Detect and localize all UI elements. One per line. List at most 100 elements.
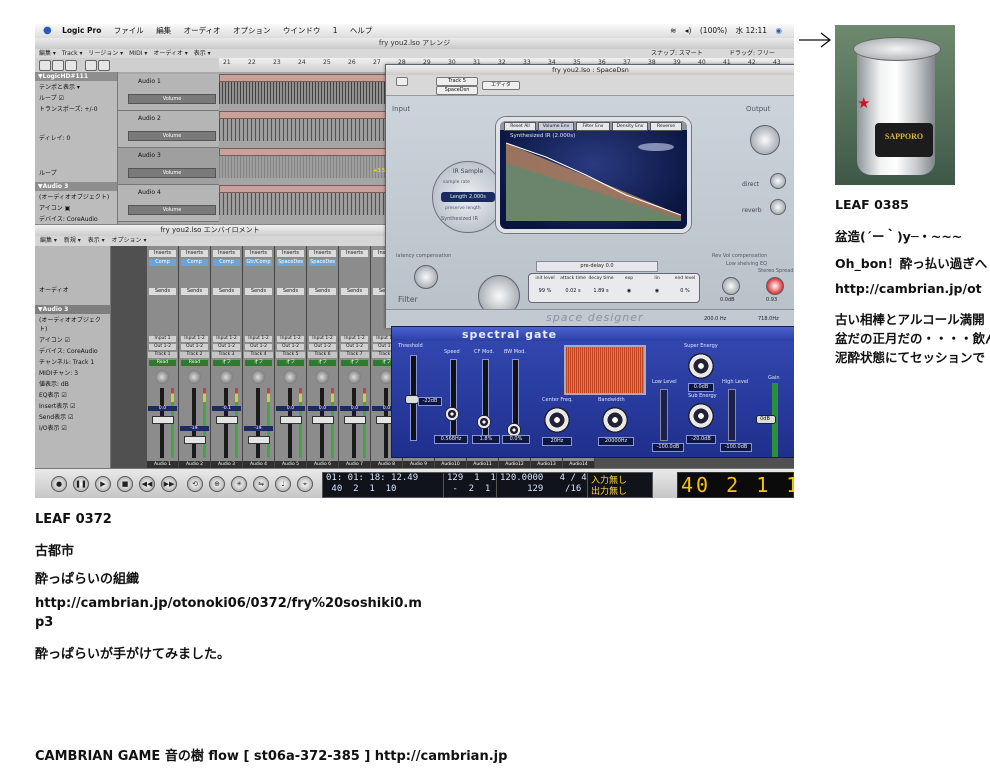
volume-fader[interactable] — [184, 436, 206, 444]
track-volume-lane[interactable]: Volume — [128, 168, 216, 178]
speed-handle[interactable] — [445, 407, 459, 421]
menu-window[interactable]: ウインドウ — [283, 26, 321, 35]
gain-value[interactable]: 0dB — [756, 416, 774, 423]
volume-fader[interactable] — [248, 436, 270, 444]
marker-icon[interactable]: ⌖ — [297, 476, 313, 492]
automation-mode[interactable]: オフ — [309, 360, 336, 366]
insert-slot[interactable]: Comp — [149, 259, 176, 266]
threshold-value[interactable]: -22dB — [418, 397, 442, 406]
output-selector[interactable]: Out 1-2 — [181, 344, 208, 350]
threshold-fader-cap[interactable] — [405, 395, 419, 404]
track-volume-lane[interactable]: Volume — [128, 94, 216, 104]
output-knob[interactable] — [750, 125, 780, 155]
wifi-icon[interactable]: ≋ — [670, 26, 676, 35]
output-selector[interactable]: Out 1-2 — [245, 344, 272, 350]
super-energy-knob[interactable] — [688, 353, 714, 379]
volume-fader[interactable] — [312, 416, 334, 424]
tab-filter-env[interactable]: Filter Env — [576, 122, 610, 131]
input-selector[interactable]: Input 1-2 — [245, 336, 272, 342]
leaf-url[interactable]: http://cambrian.jp/otonoki06/0372/fry%20… — [35, 596, 422, 611]
pan-knob[interactable] — [251, 370, 265, 384]
sync-icon[interactable]: ⇋ — [253, 476, 269, 492]
channel-label[interactable]: Audio13 — [531, 461, 562, 468]
inspector-row[interactable]: ループ ☑ — [35, 92, 117, 103]
arrange-menu-midi[interactable]: MIDI ▾ — [129, 50, 147, 57]
env-param[interactable]: 値表示: dB — [35, 378, 110, 389]
env-param[interactable]: アイコン ☑ — [35, 334, 110, 345]
plugin-selector[interactable]: SpaceDsn — [436, 86, 478, 95]
rewind-icon[interactable]: ◀◀ — [139, 476, 155, 492]
env-object-header[interactable]: ▼Audio 3 — [35, 305, 110, 314]
insert-slot[interactable]: SpaceDes — [277, 259, 304, 266]
env-menu-edit[interactable]: 編集 ▾ — [40, 237, 57, 244]
env-menu-options[interactable]: オプション ▾ — [112, 237, 147, 244]
eq-value[interactable]: 718.0Hz — [758, 316, 779, 322]
menu-edit[interactable]: 編集 — [156, 26, 171, 35]
menu-file[interactable]: ファイル — [114, 26, 144, 35]
pause-icon[interactable]: ❚❚ — [73, 476, 89, 492]
tempo-display[interactable]: 120.0000 4 / 4 129 /16 — [496, 472, 588, 498]
envelope-display[interactable]: Reset All Volume Env Filter Env Density … — [496, 117, 691, 233]
bandwidth-knob[interactable] — [602, 407, 628, 433]
channel-label[interactable]: Audio 4 — [243, 461, 274, 468]
cf-mod-value[interactable]: 1.8% — [472, 435, 500, 444]
arrange-menu-view[interactable]: 表示 ▾ — [194, 50, 211, 57]
param-value[interactable]: ◉ — [643, 288, 671, 294]
drag-setting[interactable]: ドラッグ: フリー — [729, 49, 775, 58]
env-param[interactable]: チャンネル: Track 1 — [35, 356, 110, 367]
channel-label[interactable]: Audio 1 — [147, 461, 178, 468]
channel-label[interactable]: Audio 5 — [275, 461, 306, 468]
eq-value[interactable]: 200.0 Hz — [704, 316, 726, 322]
pan-knob[interactable] — [283, 370, 297, 384]
tool-button[interactable] — [85, 60, 97, 71]
spotlight-icon[interactable]: ◉ — [775, 26, 782, 35]
pan-knob[interactable] — [155, 370, 169, 384]
automation-mode[interactable]: Read — [181, 360, 208, 366]
arrange-menu-track[interactable]: Track ▾ — [62, 50, 83, 57]
low-level-value[interactable]: -100.0dB — [652, 443, 684, 452]
inspector-row[interactable]: ディレイ: 0 — [35, 132, 117, 143]
insert-slot[interactable]: SpaceDes — [309, 259, 336, 266]
speed-value[interactable]: 0.568Hz — [434, 435, 468, 444]
bypass-button[interactable] — [396, 77, 408, 86]
volume-fader[interactable] — [216, 416, 238, 424]
ir-selector[interactable]: IR Sample Length 2.000s sample rate pres… — [432, 161, 504, 233]
pan-knob[interactable] — [219, 370, 233, 384]
inspector-header[interactable]: ▼Audio 3 — [35, 182, 117, 191]
level-readout[interactable]: 0.0 — [276, 406, 305, 411]
param-value[interactable]: 99 % — [531, 288, 559, 294]
layer-select[interactable]: オーディオ — [35, 284, 110, 295]
param-value[interactable]: 0.02 s — [559, 288, 587, 294]
menu-audio[interactable]: オーディオ — [184, 26, 221, 35]
output-selector[interactable]: Out 1-2 — [213, 344, 240, 350]
channel-label[interactable]: Audio 3 — [211, 461, 242, 468]
insert-slot[interactable]: Comp — [213, 259, 240, 266]
channel-label[interactable]: Audio 7 — [339, 461, 370, 468]
leaf-url-cont[interactable]: p3 — [35, 615, 53, 630]
arrange-menu-audio[interactable]: オーディオ ▾ — [153, 50, 188, 57]
inspector-row[interactable]: トランスポーズ: +/-0 — [35, 103, 117, 114]
bw-mod-value[interactable]: 0.0% — [502, 435, 530, 444]
param-value[interactable]: ◉ — [615, 288, 643, 294]
inspector-header[interactable]: ▼LogicHD#111 — [35, 72, 117, 81]
output-selector[interactable]: Out 1-2 — [277, 344, 304, 350]
menu-app-name[interactable]: Logic Pro — [62, 26, 101, 35]
output-selector[interactable]: Out 1-2 — [309, 344, 336, 350]
env-param[interactable]: MIDIチャン: 3 — [35, 367, 110, 378]
sub-energy-value[interactable]: -20.0dB — [686, 435, 716, 444]
stereo-spread-knob[interactable] — [766, 277, 784, 295]
automation-mode[interactable]: オフ — [341, 360, 368, 366]
pan-knob[interactable] — [187, 370, 201, 384]
apple-icon[interactable]: ● — [43, 25, 52, 36]
inspector-row[interactable]: テンポと表示 ▾ — [35, 81, 117, 92]
channel-label[interactable]: Audio 8 — [371, 461, 402, 468]
automation-mode[interactable]: Read — [149, 360, 176, 366]
track-header[interactable]: Audio 1 Volume — [118, 74, 219, 111]
bandwidth-value[interactable]: 20000Hz — [598, 437, 634, 446]
channel-label[interactable]: Audio11 — [467, 461, 498, 468]
insert-slot[interactable]: Comp — [181, 259, 208, 266]
pan-knob[interactable] — [315, 370, 329, 384]
eq-value[interactable]: 0.93 — [766, 297, 777, 303]
inspector-row[interactable]: デバイス: CoreAudio — [35, 213, 117, 224]
center-freq-value[interactable]: 20Hz — [542, 437, 572, 446]
